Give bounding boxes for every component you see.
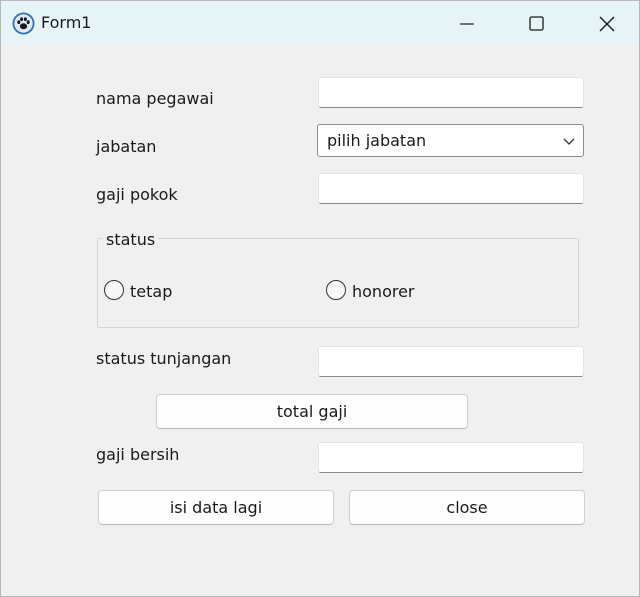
status-tunjangan-label: status tunjangan bbox=[96, 349, 232, 368]
radio-tetap-label[interactable]: tetap bbox=[130, 282, 172, 301]
maximize-button[interactable] bbox=[502, 1, 572, 45]
title-bar[interactable]: Form1 bbox=[1, 1, 639, 45]
jabatan-selected-value: pilih jabatan bbox=[327, 131, 427, 150]
chevron-down-icon bbox=[563, 138, 575, 145]
gaji-pokok-label: gaji pokok bbox=[96, 185, 178, 204]
status-group-title: status bbox=[103, 230, 159, 249]
isi-data-lagi-button[interactable]: isi data lagi bbox=[98, 490, 334, 525]
maximize-icon bbox=[529, 16, 544, 31]
close-window-button[interactable] bbox=[572, 1, 639, 45]
gaji-pokok-input[interactable] bbox=[318, 173, 584, 204]
nama-pegawai-label: nama pegawai bbox=[96, 89, 214, 108]
nama-pegawai-input[interactable] bbox=[318, 77, 584, 108]
jabatan-label: jabatan bbox=[96, 137, 157, 156]
total-gaji-button-label: total gaji bbox=[276, 402, 348, 421]
gaji-bersih-label: gaji bersih bbox=[96, 445, 180, 464]
close-button[interactable]: close bbox=[349, 490, 585, 525]
paw-icon bbox=[12, 12, 35, 35]
isi-data-lagi-button-label: isi data lagi bbox=[169, 498, 263, 517]
close-button-label: close bbox=[446, 498, 488, 517]
total-gaji-button[interactable]: total gaji bbox=[156, 394, 468, 429]
status-tunjangan-input[interactable] bbox=[318, 346, 584, 377]
radio-honorer[interactable] bbox=[326, 280, 346, 300]
radio-honorer-label[interactable]: honorer bbox=[352, 282, 415, 301]
window-title: Form1 bbox=[41, 13, 92, 32]
close-icon bbox=[599, 16, 615, 32]
minimize-icon bbox=[460, 23, 474, 25]
minimize-button[interactable] bbox=[432, 1, 502, 45]
jabatan-dropdown[interactable]: pilih jabatan bbox=[317, 124, 584, 157]
form-window: Form1 nama pegawai jabatan pilih jabatan bbox=[0, 0, 640, 597]
radio-tetap[interactable] bbox=[104, 280, 124, 300]
gaji-bersih-input[interactable] bbox=[318, 442, 584, 473]
